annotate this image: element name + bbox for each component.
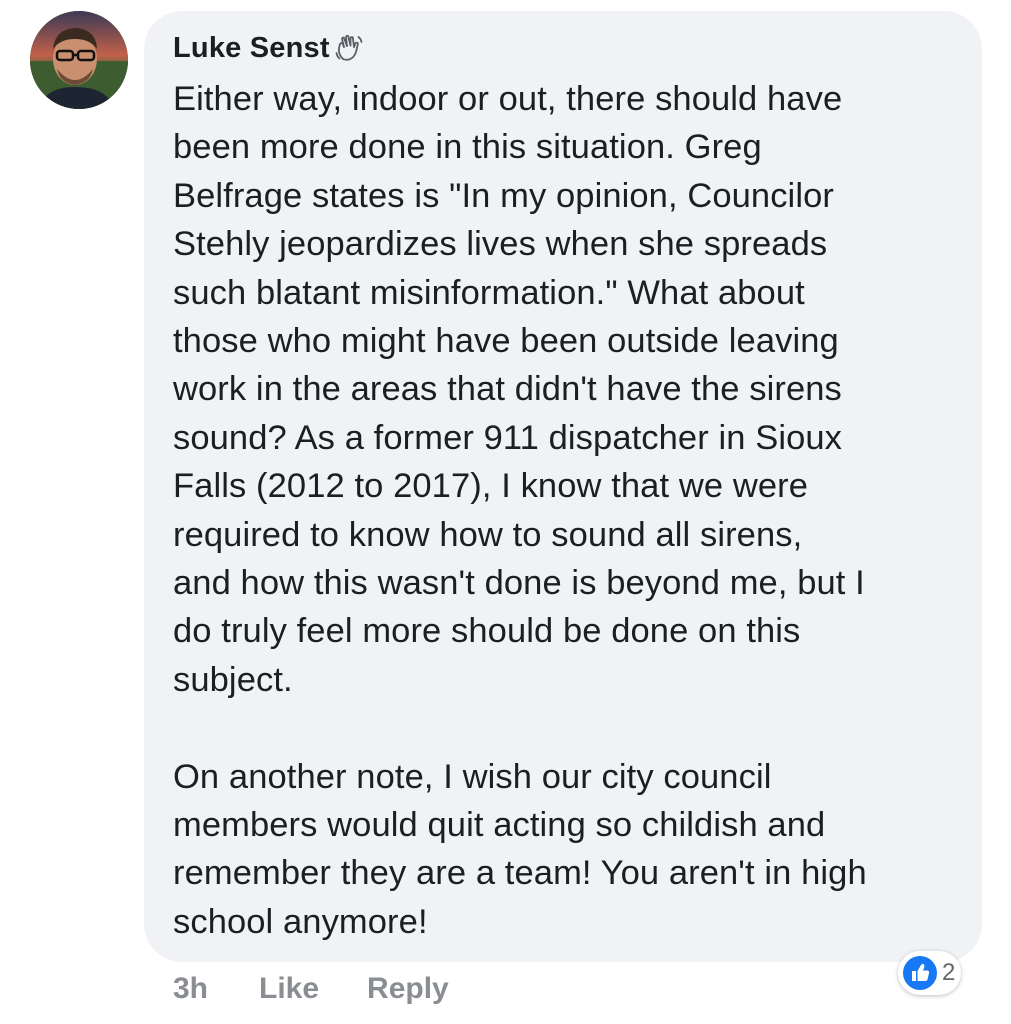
reaction-count: 2 — [942, 959, 956, 986]
comment-paragraph-2: On another note, I wish our city council… — [173, 757, 867, 941]
reactions-badge[interactable]: 2 — [898, 951, 962, 995]
waving-hand-icon — [334, 33, 364, 63]
like-thumb-icon — [902, 955, 938, 991]
author-row: Luke Senst — [173, 29, 954, 67]
avatar[interactable] — [30, 11, 128, 109]
comment-thread: Luke Senst Either way, indoor or out, th… — [0, 0, 1011, 1024]
comment-actions: 3h Like Reply — [173, 966, 449, 1012]
comment-timestamp[interactable]: 3h — [173, 972, 208, 1006]
like-button[interactable]: Like — [259, 972, 319, 1006]
avatar-photo — [30, 11, 128, 109]
author-name[interactable]: Luke Senst — [173, 32, 330, 65]
comment-text: Either way, indoor or out, there should … — [173, 75, 954, 946]
comment-paragraph-1: Either way, indoor or out, there should … — [173, 80, 865, 699]
comment-bubble: Luke Senst Either way, indoor or out, th… — [144, 11, 982, 962]
reply-button[interactable]: Reply — [367, 972, 449, 1006]
